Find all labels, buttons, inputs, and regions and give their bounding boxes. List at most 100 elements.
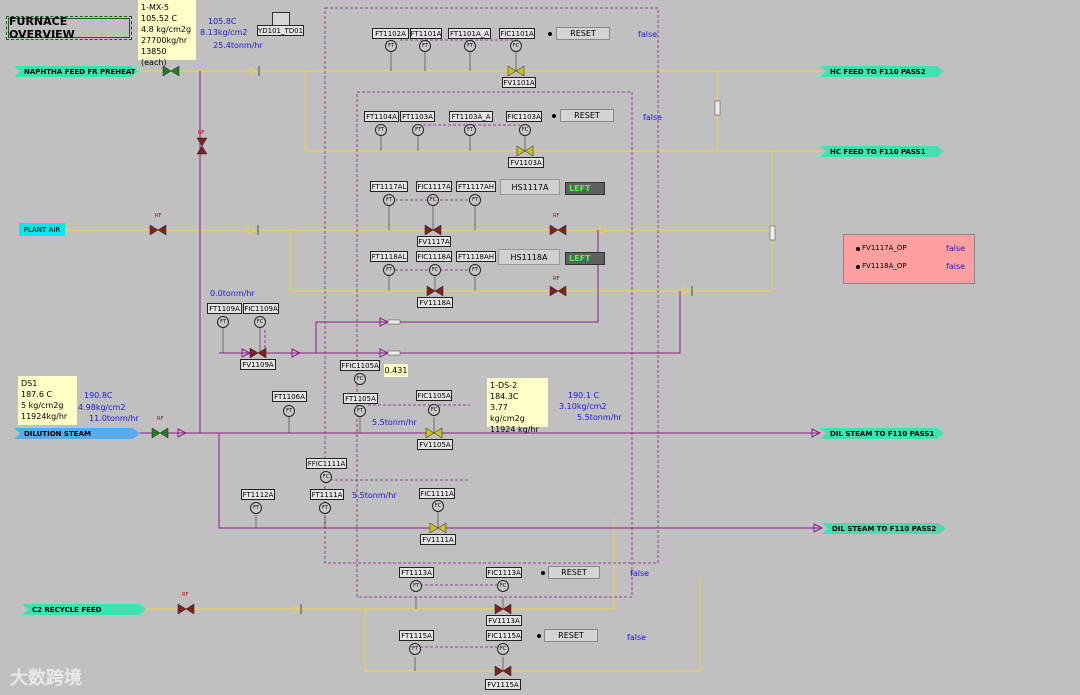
tag-fic1105a[interactable]: FIC1105A [416,390,452,401]
tag-fic1115a[interactable]: FIC1115A [486,630,522,641]
ft-instrument[interactable]: FT [469,264,481,276]
ft-instrument[interactable]: FT [354,405,366,417]
hs1117a-switch[interactable]: HS1117A [500,179,560,195]
valve-rf-air [149,224,167,236]
flow-1105: 5.5tonm/hr [372,418,417,427]
ft-instrument[interactable]: FT [383,264,395,276]
flow-1109: 0.0tonm/hr [210,289,255,298]
status-1115: false [627,633,647,642]
stream-hc-pass2[interactable]: HC FEED TO F110 PASS2 [820,66,944,77]
tag-fic1103a[interactable]: FIC1103A [506,111,542,122]
ds1-line: DS1 [21,379,38,388]
ft-instrument[interactable]: FT [410,580,422,592]
ft-instrument[interactable]: FT [283,405,295,417]
valve-tag-fv1109a[interactable]: FV1109A [240,359,276,370]
op-label-1117: FV1117A_OP [862,244,907,252]
valve-tag-fv1105a[interactable]: FV1105A [417,439,453,450]
stream-dil-pass2[interactable]: DIL STEAM TO F110 PASS2 [822,523,946,534]
valve-rf-air-right [549,224,567,236]
stream-c2-recycle[interactable]: C2 RECYCLE FEED [22,604,146,615]
fc-instrument[interactable]: FC [320,471,332,483]
tag-ft1103a-a[interactable]: FT1103A_A [449,111,493,122]
stream-plant-air[interactable]: PLANT AIR [19,223,65,236]
valve-tag-fv1111a[interactable]: FV1111A [420,534,456,545]
ft-instrument[interactable]: FT [250,502,262,514]
tag-ft1113a[interactable]: FT1113A [399,567,434,578]
fc-instrument[interactable]: FC [519,124,531,136]
tag-ft1118ah[interactable]: FT1118AH [456,251,496,262]
reset-button-1113[interactable]: RESET [548,566,600,579]
ft-instrument[interactable]: FT [383,194,395,206]
tag-ft1111a[interactable]: FT1111A [310,489,344,500]
fc-instrument[interactable]: FC [354,373,366,385]
ds2-temp: 190.1 C [568,391,600,400]
tag-fic1101a[interactable]: FIC1101A [499,28,535,39]
reset-button-1103[interactable]: RESET [560,109,614,122]
ft-instrument[interactable]: FT [469,194,481,206]
td-tag[interactable]: YD101_TD01 [257,25,304,36]
fc-instrument[interactable]: FC [497,643,509,655]
tag-ft1101a[interactable]: FT1101A [410,28,442,39]
stream-naphtha-feed[interactable]: NAPHTHA FEED FR PREHEAT [14,66,138,77]
stream-dil-pass1[interactable]: DIL STEAM TO F110 PASS1 [820,428,944,439]
ft-instrument[interactable]: FT [385,40,397,52]
tag-ft1117al[interactable]: FT1117AL [370,181,408,192]
tag-ft1103a[interactable]: FT1103A [400,111,435,122]
piping-diagram [65,7,824,677]
tag-fic1113a[interactable]: FIC1113A [486,567,522,578]
tag-ffic1111a[interactable]: FFIC1111A [306,458,347,469]
fc-instrument[interactable]: FC [510,40,522,52]
tag-ft1115a[interactable]: FT1115A [399,630,434,641]
valve-tag-fv1117a[interactable]: FV1117A [417,236,451,247]
reset-button-1115[interactable]: RESET [544,629,598,642]
ft-instrument[interactable]: FT [464,40,476,52]
tag-ft1101a-a[interactable]: FT1101A_A [448,28,491,39]
stream-hc-pass1[interactable]: HC FEED TO F110 PASS1 [820,146,944,157]
hs1118a-switch[interactable]: HS1118A [498,249,560,265]
tag-ft1118al[interactable]: FT1118AL [370,251,408,262]
tag-ft1102a[interactable]: FT1102A [372,28,409,39]
ft-instrument[interactable]: FT [412,124,424,136]
status-1113: false [630,569,650,578]
ds1-info-panel: DS1 187.6 C 5 kg/cm2g 11924kg/hr [18,376,77,425]
tag-ffic1105a[interactable]: FFIC1105A [340,360,380,371]
ds2-line: 3.77 kg/cm2g [490,403,525,423]
valve-tag-fv1103a[interactable]: FV1103A [508,157,544,168]
left-indicator-1117: LEFT [565,182,605,195]
monitor-icon[interactable] [272,12,290,26]
ft-instrument[interactable]: FT [217,316,229,328]
mx5-line: 4.8 kg/cm2g [141,25,192,34]
ft-instrument[interactable]: FT [419,40,431,52]
ft-instrument[interactable]: FT [464,124,476,136]
fc-instrument[interactable]: FC [497,580,509,592]
tag-ft1105a[interactable]: FT1105A [343,393,378,404]
tag-ft1117ah[interactable]: FT1117AH [456,181,496,192]
ft-instrument[interactable]: FT [375,124,387,136]
valve-tag-fv1118a[interactable]: FV1118A [417,297,453,308]
fc-instrument[interactable]: FC [254,316,266,328]
valve-tag-fv1115a[interactable]: FV1115A [485,679,521,690]
ft-instrument[interactable]: FT [319,502,331,514]
fc-instrument[interactable]: FC [427,194,439,206]
fc-instrument[interactable]: FC [429,264,441,276]
tag-fic1117a[interactable]: FIC1117A [416,181,452,192]
tag-fic1111a[interactable]: FIC1111A [419,488,455,499]
tag-fic1109a[interactable]: FIC1109A [243,303,279,314]
tag-ft1106a[interactable]: FT1106A [272,391,307,402]
fc-instrument[interactable]: FC [428,404,440,416]
signal-lines [264,7,659,648]
signal-loop-1101 [324,7,659,564]
tag-ft1104a[interactable]: FT1104A [364,111,399,122]
valve-tag-fv1101a[interactable]: FV1101A [502,77,536,88]
ft-instrument[interactable]: FT [409,643,421,655]
rf-label: RF [553,276,560,282]
fc-instrument[interactable]: FC [432,500,444,512]
rf-label: RF [553,213,560,219]
flow-1111: 5.5tonm/hr [352,491,397,500]
stream-dilution-steam[interactable]: DILUTION STEAM [14,428,140,439]
reset-button-1101[interactable]: RESET [556,27,610,40]
tag-ft1109a[interactable]: FT1109A [207,303,242,314]
valve-tag-fv1113a[interactable]: FV1113A [486,615,522,626]
tag-ft1112a[interactable]: FT1112A [241,489,275,500]
tag-fic1118a[interactable]: FIC1118A [416,251,452,262]
